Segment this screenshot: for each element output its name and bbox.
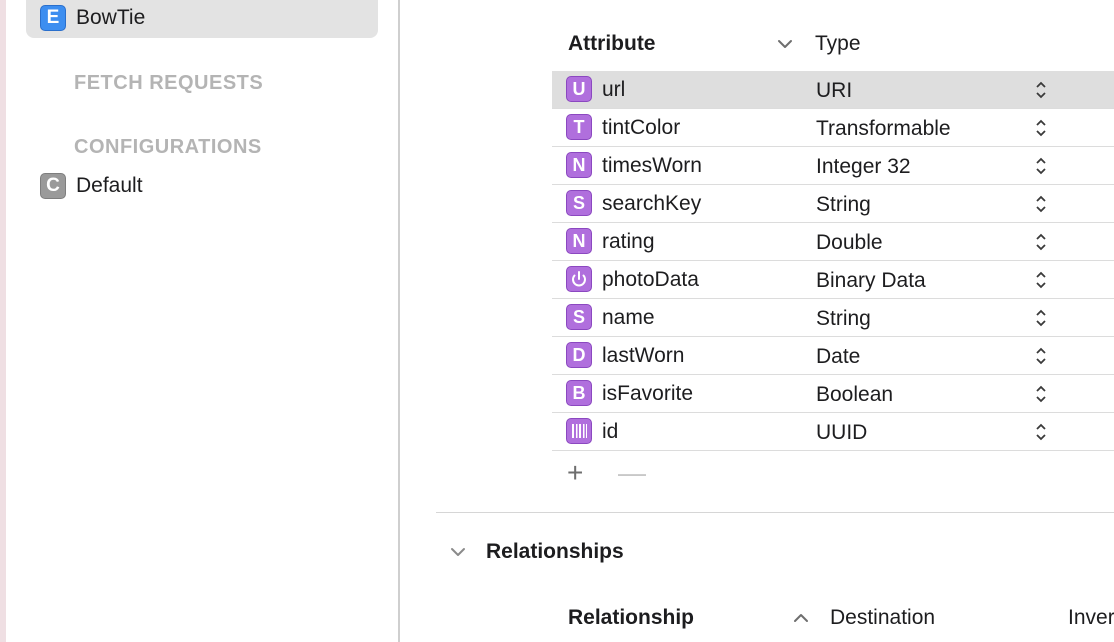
table-row[interactable]: T tintColor Transformable: [552, 109, 1114, 147]
table-row[interactable]: D lastWorn Date: [552, 337, 1114, 375]
attribute-name[interactable]: timesWorn: [602, 154, 702, 178]
type-popup-stepper-icon[interactable]: [1034, 80, 1048, 100]
boolean-type-icon: B: [566, 380, 592, 406]
attribute-type: URI: [816, 79, 853, 102]
attribute-type: Boolean: [816, 383, 894, 406]
sidebar-item-default[interactable]: C Default: [26, 168, 378, 204]
table-row[interactable]: S searchKey String: [552, 185, 1114, 223]
entity-badge-icon: E: [40, 5, 66, 31]
attribute-type: String: [816, 193, 871, 216]
sidebar-item-label: BowTie: [76, 6, 146, 29]
attribute-column-header[interactable]: Attribute: [568, 32, 656, 56]
inverse-column-header[interactable]: Inver: [1068, 606, 1114, 630]
string-type-icon: S: [566, 304, 592, 330]
type-popup-stepper-icon[interactable]: [1034, 270, 1048, 290]
attribute-name[interactable]: lastWorn: [602, 344, 684, 368]
sidebar-divider[interactable]: [398, 0, 400, 642]
type-popup-stepper-icon[interactable]: [1034, 308, 1048, 328]
attribute-type: UUID: [816, 421, 868, 444]
chevron-down-icon[interactable]: [776, 38, 794, 50]
attribute-name[interactable]: tintColor: [602, 116, 680, 140]
table-row[interactable]: B isFavorite Boolean: [552, 375, 1114, 413]
binary-data-type-icon: [566, 266, 592, 292]
attribute-name[interactable]: url: [602, 78, 625, 102]
configuration-badge-icon: C: [40, 173, 66, 199]
attribute-type: Integer 32: [816, 155, 911, 178]
type-popup-stepper-icon[interactable]: [1034, 232, 1048, 252]
relationships-section-title[interactable]: Relationships: [486, 540, 624, 564]
table-row[interactable]: S name String: [552, 299, 1114, 337]
table-row[interactable]: photoData Binary Data: [552, 261, 1114, 299]
attribute-type: Transformable: [816, 117, 951, 140]
type-popup-stepper-icon[interactable]: [1034, 194, 1048, 214]
sidebar: E BowTie FETCH REQUESTS CONFIGURATIONS C…: [6, 0, 398, 642]
section-divider: [436, 512, 1114, 513]
attribute-name[interactable]: name: [602, 306, 655, 330]
date-type-icon: D: [566, 342, 592, 368]
attribute-type: String: [816, 307, 871, 330]
attribute-type: Binary Data: [816, 269, 926, 292]
power-icon: [572, 271, 586, 287]
configurations-header: CONFIGURATIONS: [74, 136, 262, 158]
chevron-up-icon[interactable]: [792, 612, 810, 624]
type-popup-stepper-icon[interactable]: [1034, 346, 1048, 366]
table-row[interactable]: id UUID: [552, 413, 1114, 451]
disclosure-chevron-icon[interactable]: [449, 546, 467, 558]
uuid-type-icon: [566, 418, 592, 444]
remove-attribute-button[interactable]: —: [618, 457, 646, 489]
type-popup-stepper-icon[interactable]: [1034, 118, 1048, 138]
add-attribute-button[interactable]: +: [567, 457, 583, 489]
transformable-type-icon: T: [566, 114, 592, 140]
uri-type-icon: U: [566, 76, 592, 102]
table-row[interactable]: U url URI: [552, 71, 1114, 109]
type-popup-stepper-icon[interactable]: [1034, 422, 1048, 442]
attribute-name[interactable]: photoData: [602, 268, 699, 292]
table-row[interactable]: N rating Double: [552, 223, 1114, 261]
type-popup-stepper-icon[interactable]: [1034, 384, 1048, 404]
string-type-icon: S: [566, 190, 592, 216]
attribute-name[interactable]: id: [602, 420, 618, 444]
sidebar-item-label: Default: [76, 174, 143, 197]
type-column-header[interactable]: Type: [815, 32, 861, 56]
attribute-name[interactable]: isFavorite: [602, 382, 693, 406]
type-popup-stepper-icon[interactable]: [1034, 156, 1048, 176]
relationship-column-header[interactable]: Relationship: [568, 606, 694, 630]
attribute-name[interactable]: searchKey: [602, 192, 701, 216]
number-type-icon: N: [566, 228, 592, 254]
attribute-type: Date: [816, 345, 861, 368]
barcode-icon: [572, 424, 587, 438]
destination-column-header[interactable]: Destination: [830, 606, 935, 630]
fetch-requests-header: FETCH REQUESTS: [74, 72, 264, 94]
table-row[interactable]: N timesWorn Integer 32: [552, 147, 1114, 185]
number-type-icon: N: [566, 152, 592, 178]
sidebar-item-bowtie[interactable]: E BowTie: [26, 0, 378, 38]
attribute-name[interactable]: rating: [602, 230, 655, 254]
attribute-type: Double: [816, 231, 883, 254]
